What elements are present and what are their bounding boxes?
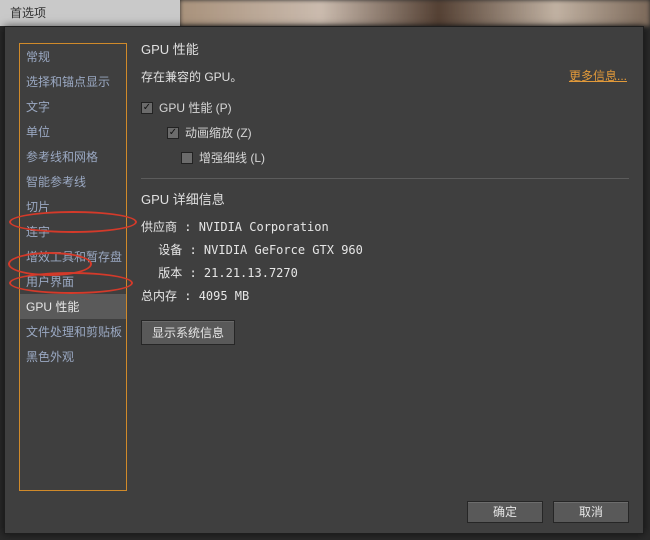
sidebar-item-type[interactable]: 文字 xyxy=(20,94,126,119)
checkbox-label: GPU 性能 (P) xyxy=(159,99,232,116)
main-panel: GPU 性能 存在兼容的 GPU。 更多信息... ✓ GPU 性能 (P) ✓… xyxy=(141,39,629,483)
version-label: 版本 : xyxy=(158,266,196,280)
ok-button[interactable]: 确定 xyxy=(467,501,543,523)
sidebar-item-file-clipboard[interactable]: 文件处理和剪贴板 xyxy=(20,319,126,344)
device-value: NVIDIA GeForce GTX 960 xyxy=(204,243,363,257)
gpu-version-row: 版本 : 21.21.13.7270 xyxy=(141,264,629,281)
sidebar-item-plugins-scratch[interactable]: 增效工具和暂存盘 xyxy=(20,244,126,269)
sidebar-item-ui[interactable]: 用户界面 xyxy=(20,269,126,294)
check-icon: ✓ xyxy=(167,127,179,139)
sidebar-item-gpu-performance[interactable]: GPU 性能 xyxy=(20,294,126,319)
checkbox-label: 动画缩放 (Z) xyxy=(185,124,252,141)
checkbox-animated-zoom[interactable]: ✓ 动画缩放 (Z) xyxy=(167,124,629,141)
section-title-gpu-details: GPU 详细信息 xyxy=(141,189,629,208)
cancel-button[interactable]: 取消 xyxy=(553,501,629,523)
category-sidebar: 常规 选择和锚点显示 文字 单位 参考线和网格 智能参考线 切片 连字 增效工具… xyxy=(19,43,127,491)
divider xyxy=(141,178,629,179)
version-value: 21.21.13.7270 xyxy=(204,266,298,280)
preferences-dialog: 常规 选择和锚点显示 文字 单位 参考线和网格 智能参考线 切片 连字 增效工具… xyxy=(4,26,644,534)
gpu-vendor-row: 供应商 : NVIDIA Corporation xyxy=(141,218,629,235)
memory-label: 总内存 : xyxy=(141,289,191,303)
check-icon: ✓ xyxy=(141,102,153,114)
memory-value: 4095 MB xyxy=(199,289,250,303)
dialog-content: 常规 选择和锚点显示 文字 单位 参考线和网格 智能参考线 切片 连字 增效工具… xyxy=(19,37,629,483)
more-info-link[interactable]: 更多信息... xyxy=(569,67,627,84)
dialog-title: 首选项 xyxy=(0,0,650,26)
vendor-label: 供应商 : xyxy=(141,220,191,234)
sidebar-item-selection-anchor[interactable]: 选择和锚点显示 xyxy=(20,69,126,94)
checkbox-label: 增强细线 (L) xyxy=(199,149,265,166)
compat-message: 存在兼容的 GPU。 xyxy=(141,68,629,85)
sidebar-item-guides-grid[interactable]: 参考线和网格 xyxy=(20,144,126,169)
sidebar-item-hyphenation[interactable]: 连字 xyxy=(20,219,126,244)
show-system-info-button[interactable]: 显示系统信息 xyxy=(141,320,235,345)
vendor-value: NVIDIA Corporation xyxy=(199,220,329,234)
checkbox-enhance-thin-lines[interactable]: 增强细线 (L) xyxy=(181,149,629,166)
sidebar-item-smart-guides[interactable]: 智能参考线 xyxy=(20,169,126,194)
dialog-footer: 确定 取消 xyxy=(467,501,629,523)
sidebar-item-black-appearance[interactable]: 黑色外观 xyxy=(20,344,126,369)
device-label: 设备 : xyxy=(158,243,196,257)
section-title-gpu: GPU 性能 xyxy=(141,39,629,58)
sidebar-item-slices[interactable]: 切片 xyxy=(20,194,126,219)
checkbox-gpu-performance[interactable]: ✓ GPU 性能 (P) xyxy=(141,99,629,116)
gpu-device-row: 设备 : NVIDIA GeForce GTX 960 xyxy=(141,241,629,258)
sidebar-item-general[interactable]: 常规 xyxy=(20,44,126,69)
sidebar-item-units[interactable]: 单位 xyxy=(20,119,126,144)
check-icon xyxy=(181,152,193,164)
gpu-memory-row: 总内存 : 4095 MB xyxy=(141,287,629,304)
